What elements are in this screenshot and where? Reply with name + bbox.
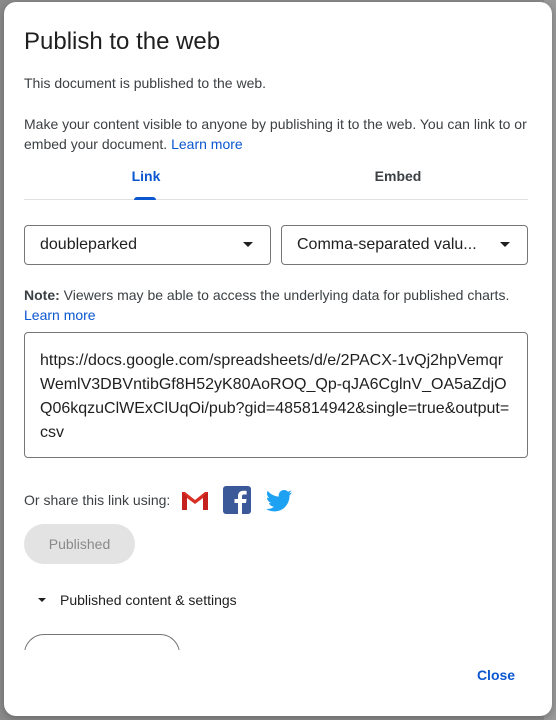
dialog-title: Publish to the web <box>24 28 221 55</box>
note-label: Note: <box>24 287 60 303</box>
clipped-button-area <box>24 634 184 650</box>
chevron-down-icon <box>243 242 253 247</box>
note-body: Viewers may be able to access the underl… <box>63 287 510 303</box>
tab-active-indicator <box>134 197 156 200</box>
tab-bar: Link Embed <box>24 158 528 200</box>
note-learn-more-link[interactable]: Learn more <box>24 307 96 323</box>
learn-more-link[interactable]: Learn more <box>171 136 243 152</box>
chevron-down-icon <box>500 242 510 247</box>
document-select-value: doubleparked <box>40 236 137 253</box>
caret-down-icon <box>38 598 46 602</box>
twitter-icon[interactable] <box>262 483 296 517</box>
tab-link-label: Link <box>131 168 161 184</box>
tab-link[interactable]: Link <box>24 158 268 200</box>
clipped-outline-button[interactable] <box>24 634 180 650</box>
share-label: Or share this link using: <box>24 492 171 508</box>
document-select[interactable]: doubleparked <box>24 225 271 265</box>
dialog-description: Make your content visible to anyone by p… <box>24 114 534 154</box>
format-select[interactable]: Comma-separated valu... <box>281 225 528 265</box>
publish-dialog: Publish to the web This document is publ… <box>4 2 552 716</box>
published-button: Published <box>24 524 135 564</box>
close-button[interactable]: Close <box>464 662 528 688</box>
gmail-icon[interactable] <box>178 483 212 517</box>
publish-status-text: This document is published to the web. <box>24 75 267 91</box>
settings-label: Published content & settings <box>60 592 237 608</box>
note-text: Note: Viewers may be able to access the … <box>24 285 534 325</box>
tab-embed[interactable]: Embed <box>276 158 520 200</box>
facebook-icon[interactable] <box>220 483 254 517</box>
share-row: Or share this link using: <box>24 483 304 517</box>
published-url-field[interactable]: https://docs.google.com/spreadsheets/d/e… <box>24 332 528 458</box>
tab-embed-label: Embed <box>374 168 422 184</box>
description-text: Make your content visible to anyone by p… <box>24 116 527 152</box>
format-select-value: Comma-separated valu... <box>297 236 477 253</box>
published-content-settings-toggle[interactable]: Published content & settings <box>38 590 237 610</box>
